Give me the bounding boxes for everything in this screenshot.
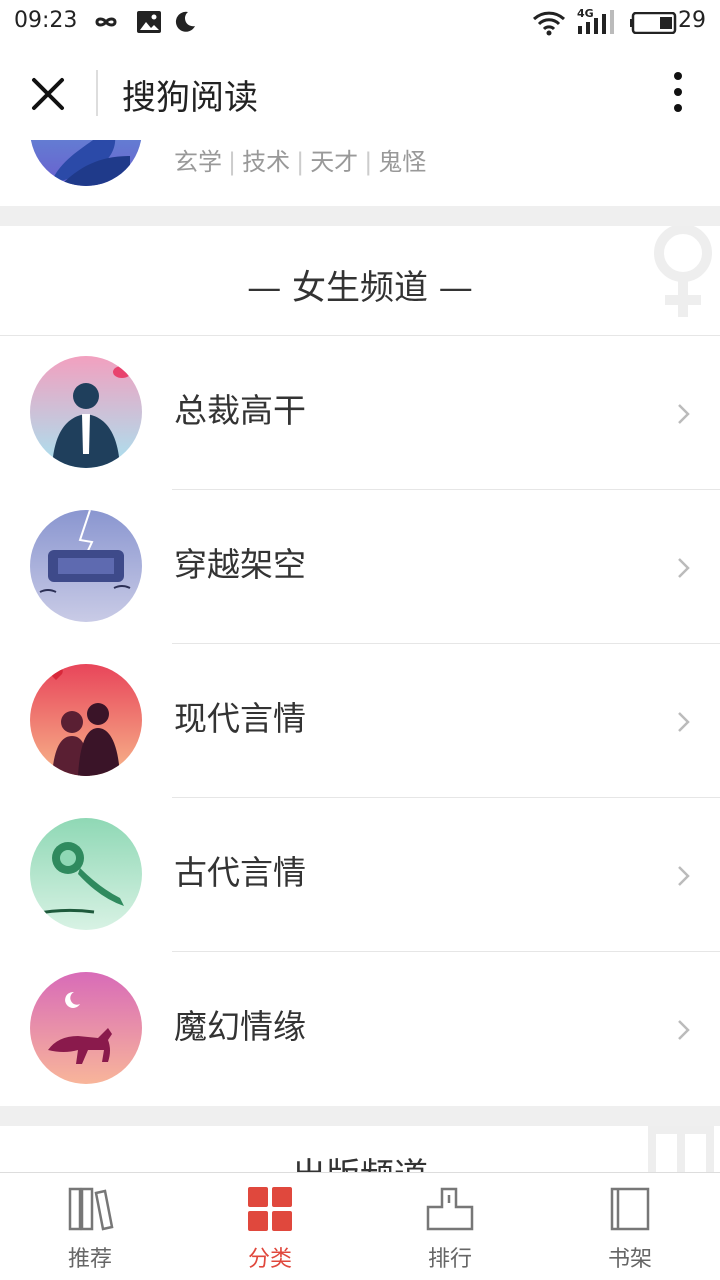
lock-lightning-icon <box>30 510 142 622</box>
tag: 技术 <box>242 148 291 176</box>
tab-label: 排行 <box>427 1247 472 1272</box>
page-title: 搜狗阅读 <box>122 78 258 118</box>
female-channel-header: — 女生频道 — <box>0 226 720 336</box>
battery-icon <box>630 12 677 34</box>
category-item[interactable]: 现代言情 <box>0 644 720 798</box>
suit-man-icon <box>30 356 142 468</box>
category-label: 现代言情 <box>174 699 306 738</box>
infinity-icon <box>95 17 117 27</box>
app-bar: 搜狗阅读 <box>0 46 720 140</box>
tab-label: 推荐 <box>67 1247 112 1272</box>
bottom-tab-bar: 推荐 分类 排行 书架 <box>0 1172 720 1280</box>
publish-channel-header: — 出版频道 — <box>0 1126 720 1172</box>
podium-icon <box>426 1187 474 1231</box>
image-notification-icon <box>137 11 161 33</box>
tag: 鬼怪 <box>378 148 427 176</box>
tag-separator: | <box>364 148 373 176</box>
app-bar-divider <box>96 70 98 116</box>
female-channel-title: — 女生频道 — <box>247 268 473 308</box>
tab-label: 书架 <box>607 1247 652 1272</box>
books-icon <box>68 1187 114 1231</box>
battery-percent: 29 <box>678 8 706 33</box>
grid-icon <box>248 1187 292 1231</box>
category-item[interactable]: 魔幻情缘 <box>0 952 720 1106</box>
chevron-right-icon <box>678 866 690 886</box>
chevron-right-icon <box>678 712 690 732</box>
tag: 天才 <box>310 148 359 176</box>
category-item[interactable]: 古代言情 <box>0 798 720 952</box>
more-options-icon[interactable] <box>666 70 690 114</box>
partial-item-tags: 玄学 | 技术 | 天才 | 鬼怪 <box>174 142 426 177</box>
couple-icon <box>30 664 142 776</box>
category-label: 总裁高干 <box>174 391 306 430</box>
fox-icon <box>30 972 142 1084</box>
category-label: 魔幻情缘 <box>174 1007 306 1046</box>
category-label: 古代言情 <box>174 853 306 892</box>
signal-icon <box>578 10 614 34</box>
category-scroll-area[interactable]: 玄学 | 技术 | 天才 | 鬼怪 — 女生频道 — 总裁高干 穿越架空 现代言… <box>0 140 720 1172</box>
partial-category-item[interactable]: 玄学 | 技术 | 天才 | 鬼怪 <box>0 140 720 206</box>
tab-category[interactable]: 分类 <box>180 1173 360 1280</box>
tab-ranking[interactable]: 排行 <box>360 1173 540 1280</box>
category-item[interactable]: 总裁高干 <box>0 336 720 490</box>
wifi-icon <box>532 11 566 36</box>
book-icon <box>610 1187 650 1231</box>
moon-icon <box>175 11 195 32</box>
tag-separator: | <box>228 148 237 176</box>
chevron-right-icon <box>678 1020 690 1040</box>
category-item[interactable]: 穿越架空 <box>0 490 720 644</box>
magic-lamp-cover <box>30 140 142 186</box>
tab-bookshelf[interactable]: 书架 <box>540 1173 720 1280</box>
tag-separator: | <box>296 148 305 176</box>
status-time: 09:23 <box>14 8 78 33</box>
category-label: 穿越架空 <box>174 545 306 584</box>
publish-channel-title: — 出版频道 — <box>0 1148 720 1172</box>
status-bar: 09:23 4G 29 <box>0 0 720 46</box>
female-channel-section: — 女生频道 — 总裁高干 穿越架空 现代言情 古代言情 魔幻情缘 <box>0 226 720 1106</box>
tab-label: 分类 <box>247 1247 292 1272</box>
tag: 玄学 <box>174 148 222 176</box>
publish-channel-section: — 出版频道 — <box>0 1126 720 1172</box>
jade-ruyi-icon <box>30 818 142 930</box>
close-icon[interactable] <box>28 74 68 114</box>
tab-recommend[interactable]: 推荐 <box>0 1173 180 1280</box>
chevron-right-icon <box>678 404 690 424</box>
chevron-right-icon <box>678 558 690 578</box>
